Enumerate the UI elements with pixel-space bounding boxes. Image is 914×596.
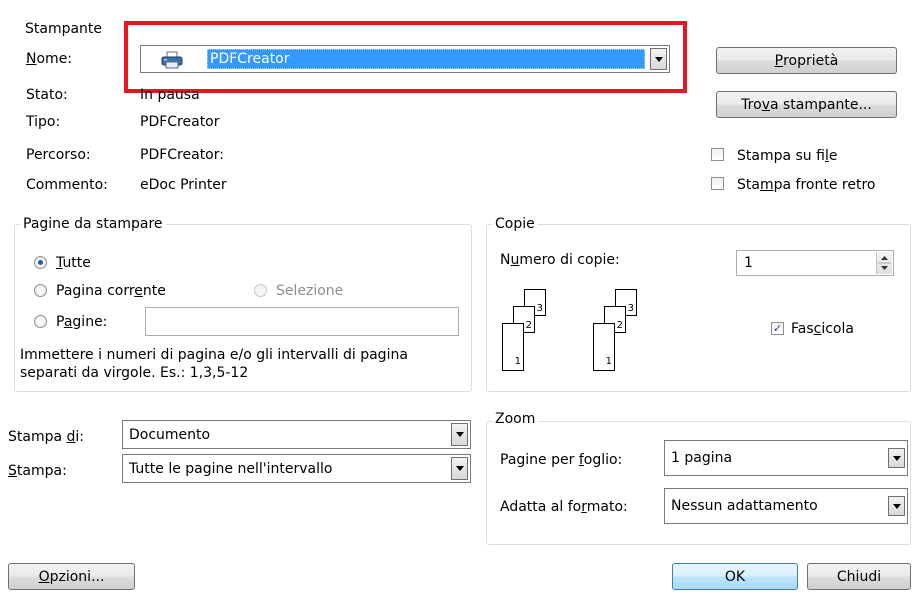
print-range-combo[interactable]: Tutte le pagine nell'intervallo: [122, 454, 471, 483]
selection-label: Selezione: [276, 283, 344, 299]
scale-to-paper-dropdown-icon[interactable]: [888, 496, 905, 516]
collate-page-1: 1: [502, 323, 524, 371]
pages-per-sheet-combo[interactable]: 1 pagina: [664, 440, 908, 476]
find-printer-button[interactable]: Tro v a stampante...: [716, 91, 897, 118]
pages-label[interactable]: Pagine:: [56, 313, 107, 331]
pages-radio[interactable]: [34, 315, 47, 328]
scale-to-paper-combo[interactable]: Nessun adattamento: [664, 488, 908, 524]
print-to-file-label[interactable]: Stampa su file: [737, 147, 837, 165]
pages-per-sheet-dropdown-icon[interactable]: [888, 448, 905, 468]
collate-label[interactable]: Fascicola: [791, 320, 854, 338]
close-button[interactable]: Chiudi: [807, 563, 911, 590]
pages-input[interactable]: [145, 307, 459, 336]
status-label: Stato:: [26, 87, 68, 103]
printer-name-label: Nome:: [26, 51, 73, 67]
pages-per-sheet-value: 1 pagina: [671, 450, 733, 466]
range-hint-line2: separati da virgole. Es.: 1,3,5-12: [20, 365, 249, 381]
pages-per-sheet-label: Pagine per foglio:: [500, 452, 623, 468]
comment-value: eDoc Printer: [140, 177, 227, 193]
range-hint-line1: Immettere i numeri di pagina e/o gli int…: [20, 347, 408, 363]
print-to-file-checkbox[interactable]: [711, 148, 724, 161]
copies-number-label: Numero di copie:: [500, 252, 620, 268]
copies-number-spinner[interactable]: 1: [736, 250, 894, 276]
print-what-value: Documento: [129, 426, 211, 443]
scale-to-paper-value: Nessun adattamento: [671, 498, 818, 514]
print-what-dropdown-icon[interactable]: [451, 423, 468, 446]
all-pages-radio[interactable]: [34, 256, 47, 269]
ok-button[interactable]: OK: [672, 563, 798, 590]
scale-to-paper-label: Adatta al formato:: [500, 499, 628, 515]
type-label: Tipo:: [26, 114, 61, 130]
duplex-label[interactable]: Stampa fronte retro: [737, 176, 875, 194]
status-value: In pausa: [140, 87, 200, 103]
duplex-checkbox[interactable]: [711, 177, 724, 190]
current-page-radio[interactable]: [34, 284, 47, 297]
properties-button[interactable]: Proprietà: [716, 47, 897, 74]
print-what-label: Stampa di:: [8, 429, 85, 445]
options-button[interactable]: Opzioni...: [8, 563, 135, 590]
zoom-group-title: Zoom: [492, 410, 539, 428]
selection-radio: [254, 284, 267, 297]
collate-checkbox[interactable]: ✓: [771, 322, 784, 335]
print-range-dropdown-icon[interactable]: [451, 457, 468, 480]
all-pages-label[interactable]: Tutte: [56, 254, 91, 272]
collate-page-1: 1: [593, 323, 615, 371]
page-range-group-title: Pagine da stampare: [20, 215, 166, 233]
printer-group-title: Stampante: [22, 20, 106, 38]
print-range-value: Tutte le pagine nell'intervallo: [129, 460, 333, 477]
annotation-highlight-box: [124, 21, 687, 93]
print-label: Stampa:: [8, 463, 67, 479]
copies-number-value: 1: [744, 255, 753, 271]
path-label: Percorso:: [26, 147, 91, 163]
copies-group-title: Copie: [492, 215, 538, 233]
print-what-combo[interactable]: Documento: [122, 420, 471, 449]
current-page-label[interactable]: Pagina corrente: [56, 282, 166, 300]
path-value: PDFCreator:: [140, 147, 224, 163]
spin-buttons-icon[interactable]: [876, 252, 892, 274]
type-value: PDFCreator: [140, 114, 220, 130]
comment-label: Commento:: [26, 177, 108, 193]
